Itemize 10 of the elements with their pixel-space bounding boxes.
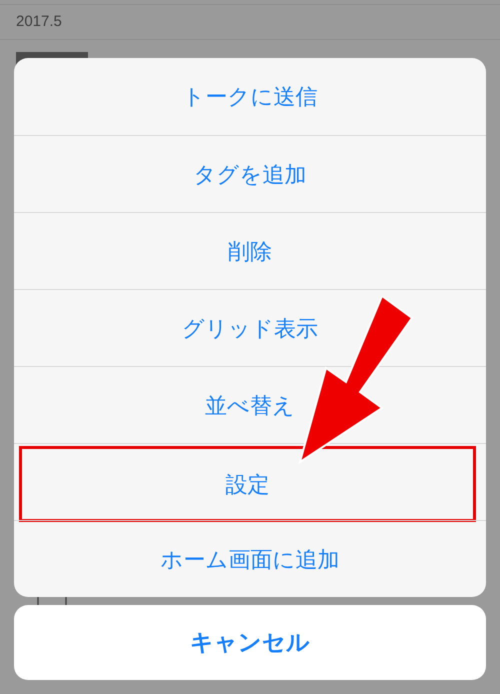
action-item[interactable]: ホーム画面に追加 bbox=[14, 521, 486, 597]
arrow-icon bbox=[298, 296, 414, 464]
action-item[interactable]: 削除 bbox=[14, 213, 486, 289]
action-item[interactable]: 並べ替え bbox=[14, 367, 486, 443]
cancel-button[interactable]: キャンセル bbox=[14, 605, 486, 680]
action-item[interactable]: タグを追加 bbox=[14, 136, 486, 212]
action-item[interactable]: グリッド表示 bbox=[14, 290, 486, 366]
section-date: 2017.5 bbox=[16, 12, 62, 32]
action-item[interactable]: 設定 bbox=[19, 446, 476, 522]
action-item[interactable]: トークに送信 bbox=[14, 58, 486, 135]
